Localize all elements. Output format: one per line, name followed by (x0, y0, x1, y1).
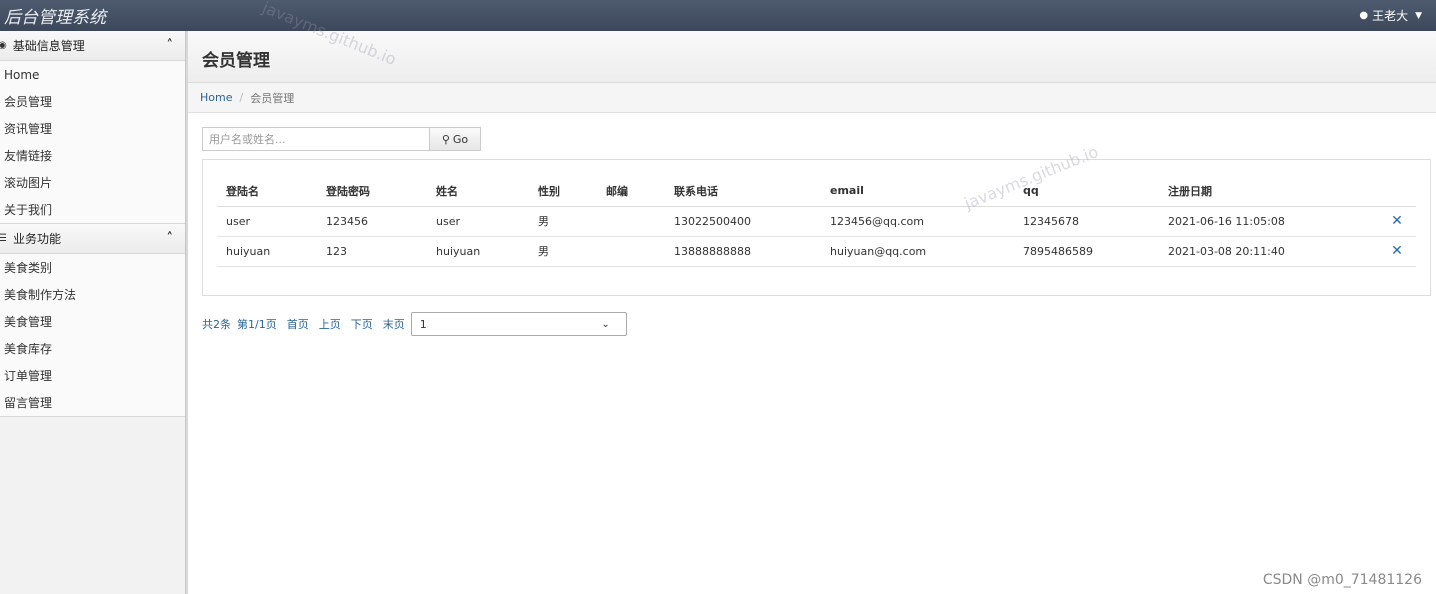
column-header: 登陆密码 (317, 176, 427, 207)
column-header: 联系电话 (665, 176, 821, 207)
sidebar-item-carousel[interactable]: 滚动图片 (0, 169, 185, 196)
table-cell: user (217, 206, 317, 237)
delete-icon[interactable]: ✕ (1369, 206, 1416, 237)
sidebar-item-orders[interactable]: 订单管理 (0, 362, 185, 389)
sidebar-item-home[interactable]: Home (0, 61, 185, 88)
sidebar-item-about[interactable]: 关于我们 (0, 196, 185, 223)
table-cell: 13888888888 (665, 236, 821, 267)
user-icon: ● (1359, 10, 1369, 21)
sidebar-item-links[interactable]: 友情链接 (0, 142, 185, 169)
breadcrumb-separator: / (239, 91, 244, 104)
column-header: qq (1014, 176, 1159, 207)
user-name: 王老大 (1372, 9, 1409, 23)
sidebar-item-inventory[interactable]: 美食库存 (0, 335, 185, 362)
sidebar: ◉ 基础信息管理 ˄ Home 会员管理 资讯管理 友情链接 滚动图片 关于我们 … (0, 31, 188, 594)
table-cell: 13022500400 (665, 206, 821, 237)
sidebar-item-news[interactable]: 资讯管理 (0, 115, 185, 142)
chevron-up-icon[interactable]: ˄ (167, 231, 174, 246)
nav-header-business[interactable]: ☰ 业务功能 ˄ (0, 224, 185, 254)
footer-credit: CSDN @m0_71481126 (1262, 572, 1422, 588)
table-cell: user (427, 206, 529, 237)
search-icon: ⚲ (441, 132, 450, 146)
table-cell: huiyuan (427, 236, 529, 267)
table-cell: 7895486589 (1014, 236, 1159, 267)
go-button-label: Go (452, 132, 469, 146)
sidebar-item-food-category[interactable]: 美食类别 (0, 254, 185, 281)
chevron-down-icon: ⌄ (601, 318, 610, 330)
chevron-up-icon[interactable]: ˄ (167, 38, 174, 53)
sidebar-item-members[interactable]: 会员管理 (0, 88, 185, 115)
table-cell: 男 (529, 206, 597, 237)
caret-down-icon: ▼ (1415, 10, 1422, 21)
column-header: 性别 (529, 176, 597, 207)
table-cell: 2021-06-16 11:05:08 (1159, 206, 1369, 237)
table-cell: 123 (317, 236, 427, 267)
page-header: 会员管理 (188, 31, 1436, 83)
sidebar-item-food[interactable]: 美食管理 (0, 308, 185, 335)
app-title: 后台管理系统 (4, 8, 106, 28)
pager-first-link[interactable]: 首页 (287, 316, 309, 332)
pagination: 共2条 第1/1页 首页 上页 下页 末页 1 ⌄ (202, 312, 627, 336)
breadcrumb-home-link[interactable]: Home (200, 91, 232, 104)
sidebar-item-messages[interactable]: 留言管理 (0, 389, 185, 416)
page-select-value: 1 (419, 317, 427, 331)
table-cell: 123456 (317, 206, 427, 237)
table-cell: 男 (529, 236, 597, 267)
main-content: 会员管理 Home / 会员管理 用户名或姓名... ⚲ Go 登陆名 登陆密码… (188, 31, 1436, 594)
column-header: 登陆名 (217, 176, 317, 207)
pager-total: 共2条 (202, 318, 231, 331)
pager-next-link[interactable]: 下页 (351, 316, 373, 332)
column-header: 注册日期 (1159, 176, 1369, 207)
table-row: huiyuan 123 huiyuan 男 13888888888 huiyua… (217, 236, 1416, 267)
breadcrumb: Home / 会员管理 (188, 83, 1436, 113)
column-header (1369, 176, 1416, 207)
table-cell: 12345678 (1014, 206, 1159, 237)
column-header: email (821, 176, 1014, 207)
list-icon: ☰ (0, 233, 7, 244)
delete-icon[interactable]: ✕ (1369, 236, 1416, 267)
column-header: 姓名 (427, 176, 529, 207)
pager-current: 第1/1页 (237, 318, 277, 331)
column-header: 邮编 (597, 176, 665, 207)
nav-group-basic: ◉ 基础信息管理 ˄ Home 会员管理 资讯管理 友情链接 滚动图片 关于我们 (0, 31, 185, 224)
nav-header-label: 业务功能 (12, 232, 61, 246)
search-bar: 用户名或姓名... ⚲ Go (202, 127, 481, 151)
dashboard-icon: ◉ (0, 40, 7, 51)
search-input[interactable]: 用户名或姓名... (202, 127, 430, 151)
pager-prev-link[interactable]: 上页 (319, 316, 341, 332)
top-navbar: 后台管理系统 ● 王老大 ▼ (0, 0, 1436, 31)
table-cell (597, 206, 665, 237)
page-title: 会员管理 (202, 51, 270, 71)
page-select[interactable]: 1 ⌄ (410, 312, 627, 336)
table-cell (597, 236, 665, 267)
member-table-panel: 登陆名 登陆密码 姓名 性别 邮编 联系电话 email qq 注册日期 use… (202, 159, 1431, 296)
table-cell: huiyuan (217, 236, 317, 267)
table-row: user 123456 user 男 13022500400 123456@qq… (217, 206, 1416, 237)
nav-header-label: 基础信息管理 (12, 39, 85, 53)
table-cell: huiyuan@qq.com (821, 236, 1014, 267)
member-table: 登陆名 登陆密码 姓名 性别 邮编 联系电话 email qq 注册日期 use… (217, 176, 1416, 267)
breadcrumb-current: 会员管理 (250, 91, 295, 105)
table-header-row: 登陆名 登陆密码 姓名 性别 邮编 联系电话 email qq 注册日期 (217, 176, 1416, 207)
user-menu[interactable]: ● 王老大 ▼ (1359, 7, 1422, 24)
sidebar-item-recipes[interactable]: 美食制作方法 (0, 281, 185, 308)
pager-last-link[interactable]: 末页 (383, 316, 405, 332)
nav-header-basic[interactable]: ◉ 基础信息管理 ˄ (0, 31, 185, 61)
nav-group-business: ☰ 业务功能 ˄ 美食类别 美食制作方法 美食管理 美食库存 订单管理 留言管理 (0, 224, 185, 417)
table-cell: 2021-03-08 20:11:40 (1159, 236, 1369, 267)
table-cell: 123456@qq.com (821, 206, 1014, 237)
go-button[interactable]: ⚲ Go (430, 127, 481, 151)
